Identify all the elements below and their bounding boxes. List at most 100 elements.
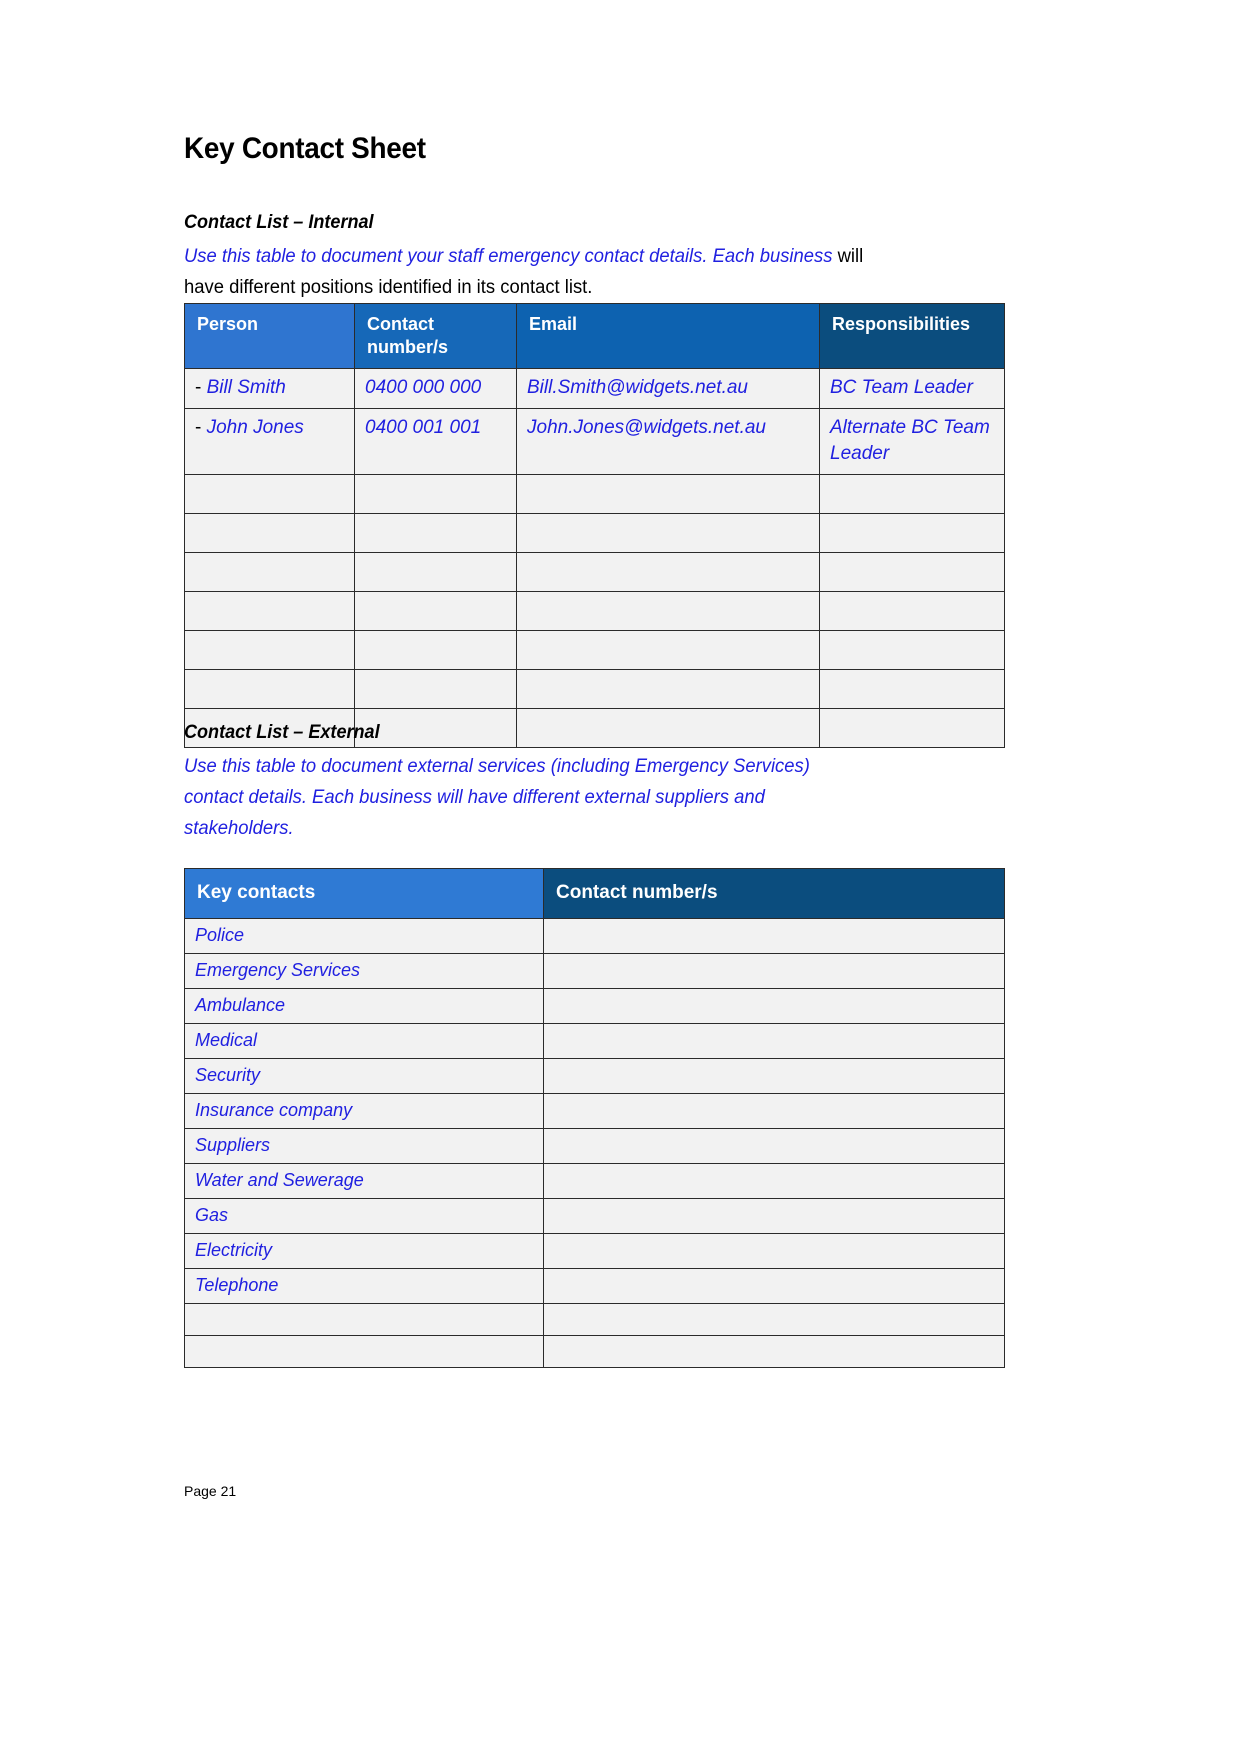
cell-empty[interactable] bbox=[819, 552, 1005, 592]
cell-empty[interactable] bbox=[184, 474, 355, 514]
cell-key-contact-number[interactable] bbox=[543, 1268, 1005, 1304]
cell-empty[interactable] bbox=[184, 630, 355, 670]
cell-key-contact-label[interactable]: Emergency Services bbox=[184, 953, 544, 989]
cell-empty[interactable] bbox=[543, 1303, 1005, 1336]
external-table-header-row: Key contacts Contact number/s bbox=[184, 868, 1005, 919]
cell-empty[interactable] bbox=[516, 669, 820, 709]
cell-contact-number-text: 0400 001 001 bbox=[365, 417, 482, 438]
table-row: - Bill Smith 0400 000 000 Bill.Smith@widge… bbox=[184, 368, 1005, 409]
list-item: Insurance company bbox=[184, 1093, 1005, 1129]
cell-empty[interactable] bbox=[543, 1335, 1005, 1368]
table-row-empty bbox=[184, 474, 1005, 514]
cell-key-contact-number[interactable] bbox=[543, 1128, 1005, 1164]
cell-key-contact-label[interactable]: Suppliers bbox=[184, 1128, 544, 1164]
cell-contact-number-text: 0400 000 000 bbox=[365, 377, 482, 398]
cell-empty[interactable] bbox=[354, 591, 517, 631]
cell-empty[interactable] bbox=[516, 708, 820, 748]
cell-empty[interactable] bbox=[184, 513, 355, 553]
cell-key-contact-number[interactable] bbox=[543, 988, 1005, 1024]
cell-key-contact-number[interactable] bbox=[543, 1233, 1005, 1269]
cell-key-contact-label[interactable]: Ambulance bbox=[184, 988, 544, 1024]
internal-col-person: Person bbox=[184, 303, 355, 369]
page-title: Key Contact Sheet bbox=[184, 132, 426, 165]
external-section-intro: Use this table to document external serv… bbox=[184, 756, 810, 839]
cell-empty[interactable] bbox=[354, 513, 517, 553]
cell-contact-number[interactable]: 0400 000 000 bbox=[354, 368, 517, 409]
cell-key-contact-number[interactable] bbox=[543, 953, 1005, 989]
cell-empty[interactable] bbox=[819, 474, 1005, 514]
cell-key-contact-number[interactable] bbox=[543, 1093, 1005, 1129]
cell-key-contact-label[interactable]: Electricity bbox=[184, 1233, 544, 1269]
document-page: Key Contact Sheet Contact List – Interna… bbox=[0, 0, 1241, 1754]
cell-empty[interactable] bbox=[184, 591, 355, 631]
external-table-body: Police Emergency Services Ambulance Medi… bbox=[184, 918, 1005, 1368]
cell-key-contact-label[interactable]: Police bbox=[184, 918, 544, 954]
cell-empty[interactable] bbox=[819, 708, 1005, 748]
cell-empty[interactable] bbox=[516, 552, 820, 592]
cell-empty[interactable] bbox=[819, 513, 1005, 553]
cell-email[interactable]: John.Jones@widgets.net.au bbox=[516, 408, 820, 475]
external-contact-table-wrapper: Key contacts Contact number/s Police Eme… bbox=[184, 868, 1005, 1368]
external-section-heading: Contact List – External bbox=[184, 722, 380, 743]
cell-empty[interactable] bbox=[184, 1335, 544, 1368]
cell-empty[interactable] bbox=[516, 513, 820, 553]
cell-key-contact-label[interactable]: Medical bbox=[184, 1023, 544, 1059]
cell-key-contact-label[interactable]: Telephone bbox=[184, 1268, 544, 1304]
list-item: Police bbox=[184, 918, 1005, 954]
cell-empty[interactable] bbox=[819, 630, 1005, 670]
internal-col-contact: Contact number/s bbox=[354, 303, 517, 369]
cell-key-contact-label[interactable]: Security bbox=[184, 1058, 544, 1094]
cell-empty[interactable] bbox=[184, 552, 355, 592]
list-item-empty bbox=[184, 1335, 1005, 1368]
page-footer: Page 21 bbox=[184, 1483, 237, 1499]
cell-key-contact-number[interactable] bbox=[543, 1058, 1005, 1094]
row-bullet-dash: - bbox=[195, 417, 207, 438]
internal-contact-table-wrapper: Person Contact number/s Email Responsibi… bbox=[184, 303, 1005, 748]
cell-contact-number[interactable]: 0400 001 001 bbox=[354, 408, 517, 475]
list-item: Water and Sewerage bbox=[184, 1163, 1005, 1199]
cell-key-contact-label[interactable]: Water and Sewerage bbox=[184, 1163, 544, 1199]
cell-empty[interactable] bbox=[516, 591, 820, 631]
cell-key-contact-number[interactable] bbox=[543, 918, 1005, 954]
external-col-contact-number: Contact number/s bbox=[543, 868, 1005, 919]
list-item-empty bbox=[184, 1303, 1005, 1336]
cell-empty[interactable] bbox=[819, 591, 1005, 631]
cell-empty[interactable] bbox=[354, 669, 517, 709]
cell-empty[interactable] bbox=[184, 669, 355, 709]
cell-empty[interactable] bbox=[184, 1303, 544, 1336]
list-item: Gas bbox=[184, 1198, 1005, 1234]
cell-key-contact-number[interactable] bbox=[543, 1023, 1005, 1059]
list-item: Electricity bbox=[184, 1233, 1005, 1269]
cell-key-contact-label[interactable]: Insurance company bbox=[184, 1093, 544, 1129]
cell-empty[interactable] bbox=[516, 474, 820, 514]
cell-key-contact-label[interactable]: Gas bbox=[184, 1198, 544, 1234]
list-item: Security bbox=[184, 1058, 1005, 1094]
table-row-empty bbox=[184, 552, 1005, 592]
table-row-empty bbox=[184, 591, 1005, 631]
cell-empty[interactable] bbox=[354, 552, 517, 592]
table-row: - John Jones 0400 001 001 John.Jones@widge… bbox=[184, 408, 1005, 475]
cell-person[interactable]: - Bill Smith bbox=[184, 368, 355, 409]
cell-empty[interactable] bbox=[819, 669, 1005, 709]
row-bullet-dash: - bbox=[195, 377, 207, 398]
table-row-empty bbox=[184, 513, 1005, 553]
internal-table-body: - Bill Smith 0400 000 000 Bill.Smith@widge… bbox=[184, 368, 1005, 748]
cell-email[interactable]: Bill.Smith@widgets.net.au bbox=[516, 368, 820, 409]
table-row-empty bbox=[184, 669, 1005, 709]
list-item: Telephone bbox=[184, 1268, 1005, 1304]
cell-responsibilities[interactable]: BC Team Leader bbox=[819, 368, 1005, 409]
internal-intro-italic-part: Use this table to document your staff em… bbox=[184, 246, 833, 267]
cell-empty[interactable] bbox=[516, 630, 820, 670]
cell-key-contact-number[interactable] bbox=[543, 1163, 1005, 1199]
cell-key-contact-number[interactable] bbox=[543, 1198, 1005, 1234]
internal-contact-table: Person Contact number/s Email Responsibi… bbox=[184, 303, 1005, 748]
internal-section-intro: Use this table to document your staff em… bbox=[184, 241, 892, 303]
cell-responsibilities-text: Alternate BC Team Leader bbox=[830, 417, 990, 464]
internal-col-responsibilities: Responsibilities bbox=[819, 303, 1005, 369]
cell-responsibilities[interactable]: Alternate BC Team Leader bbox=[819, 408, 1005, 475]
cell-person[interactable]: - John Jones bbox=[184, 408, 355, 475]
cell-empty[interactable] bbox=[354, 630, 517, 670]
cell-person-text: John Jones bbox=[206, 417, 304, 438]
list-item: Medical bbox=[184, 1023, 1005, 1059]
cell-empty[interactable] bbox=[354, 474, 517, 514]
